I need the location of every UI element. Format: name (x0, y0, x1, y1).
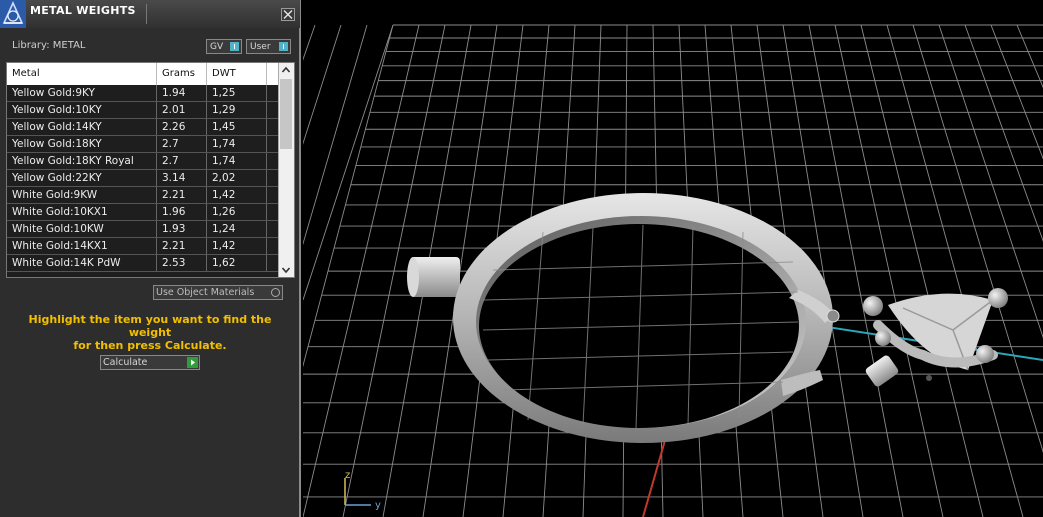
table-row[interactable]: White Gold:10KX1 1.96 1,26 (7, 204, 279, 221)
close-button[interactable] (281, 8, 295, 21)
user-toggle-label: User (250, 42, 271, 52)
prong-1 (863, 296, 883, 316)
dwt-cell: 1,45 (207, 119, 267, 135)
close-icon (283, 10, 293, 19)
gizmo-z-label: z (345, 470, 350, 481)
table-row[interactable]: Yellow Gold:22KY 3.14 2,02 (7, 170, 279, 187)
table-row[interactable]: White Gold:9KW 2.21 1,42 (7, 187, 279, 204)
table-row[interactable]: Yellow Gold:10KY 2.01 1,29 (7, 102, 279, 119)
gv-switch-icon (230, 42, 239, 51)
metal-cell: White Gold:10KW (7, 221, 157, 237)
metal-cell: Yellow Gold:9KY (7, 85, 157, 101)
grams-cell: 2.7 (157, 153, 207, 169)
gv-toggle[interactable]: GV (206, 39, 242, 54)
library-label: Library: METAL (12, 40, 86, 51)
metal-weights-panel: METAL WEIGHTS Library: METAL GV User Met… (0, 0, 301, 517)
metal-cell: White Gold:14KX1 (7, 238, 157, 254)
panel-title: METAL WEIGHTS (30, 4, 136, 17)
metal-table: Metal Grams DWT Yellow Gold:9KY 1.94 1,25 Y… (6, 62, 295, 278)
metal-cell: Yellow Gold:18KY (7, 136, 157, 152)
scroll-down-icon[interactable] (279, 263, 293, 277)
metal-cell: Yellow Gold:10KY (7, 102, 157, 118)
panel-titlebar[interactable]: METAL WEIGHTS (0, 0, 300, 28)
metal-cell: Yellow Gold:22KY (7, 170, 157, 186)
grams-cell: 1.94 (157, 85, 207, 101)
instruction-line-1: Highlight the item you want to find the … (28, 313, 272, 339)
instruction-line-2: for then press Calculate. (73, 339, 227, 352)
metal-cell: White Gold:14K PdW (7, 255, 157, 271)
grams-cell: 2.21 (157, 187, 207, 203)
table-row[interactable]: Yellow Gold:18KY 2.7 1,74 (7, 136, 279, 153)
user-switch-icon (279, 42, 288, 51)
grams-cell: 2.26 (157, 119, 207, 135)
table-body: Yellow Gold:9KY 1.94 1,25 Yellow Gold:10KY 2… (7, 85, 279, 272)
stone-head-model[interactable] (863, 288, 1008, 388)
prong-2 (988, 288, 1008, 308)
scroll-thumb[interactable] (280, 79, 292, 149)
prong-4 (875, 330, 891, 346)
dwt-cell: 1,62 (207, 255, 267, 271)
dwt-cell: 1,25 (207, 85, 267, 101)
grams-cell: 2.53 (157, 255, 207, 271)
table-header: Metal Grams DWT (7, 63, 279, 85)
viewport-canvas[interactable]: z y (303, 0, 1043, 517)
gizmo-y-label: y (375, 500, 381, 511)
grams-cell: 2.21 (157, 238, 207, 254)
table-row[interactable]: Yellow Gold:9KY 1.94 1,25 (7, 85, 279, 102)
grams-cell: 1.93 (157, 221, 207, 237)
grams-cell: 2.01 (157, 102, 207, 118)
table-row[interactable]: White Gold:14KX1 2.21 1,42 (7, 238, 279, 255)
3d-viewport[interactable]: z y (303, 0, 1043, 517)
dwt-cell: 1,74 (207, 136, 267, 152)
table-scrollbar[interactable] (278, 63, 294, 277)
grams-cell: 2.7 (157, 136, 207, 152)
dwt-cell: 1,26 (207, 204, 267, 220)
column-header-dwt[interactable]: DWT (207, 63, 267, 85)
grams-cell: 1.96 (157, 204, 207, 220)
table-row[interactable]: Yellow Gold:14KY 2.26 1,45 (7, 119, 279, 136)
metal-cell: Yellow Gold:14KY (7, 119, 157, 135)
title-divider (146, 4, 147, 24)
ring-side-tube-end (407, 257, 419, 297)
scroll-up-icon[interactable] (279, 63, 293, 77)
use-object-materials-checkbox[interactable]: Use Object Materials (153, 285, 283, 300)
use-object-materials-label: Use Object Materials (156, 287, 255, 298)
prong-3 (976, 345, 994, 363)
calculate-button[interactable]: Calculate (100, 355, 200, 370)
column-header-metal[interactable]: Metal (7, 63, 157, 85)
ring-end-hole (826, 309, 840, 323)
column-header-grams[interactable]: Grams (157, 63, 207, 85)
head-hole (926, 375, 932, 381)
grams-cell: 3.14 (157, 170, 207, 186)
metal-cell: White Gold:9KW (7, 187, 157, 203)
metal-cell: White Gold:10KX1 (7, 204, 157, 220)
instruction-text: Highlight the item you want to find the … (10, 313, 290, 352)
head-tube (865, 355, 899, 387)
play-icon (187, 357, 198, 368)
radio-icon (271, 288, 280, 297)
dwt-cell: 1,42 (207, 187, 267, 203)
dwt-cell: 1,74 (207, 153, 267, 169)
dwt-cell: 1,42 (207, 238, 267, 254)
dwt-cell: 1,24 (207, 221, 267, 237)
table-row[interactable]: Yellow Gold:18KY Royal 2.7 1,74 (7, 153, 279, 170)
axis-gizmo: z y (344, 470, 381, 511)
table-row[interactable]: White Gold:10KW 1.93 1,24 (7, 221, 279, 238)
dwt-cell: 2,02 (207, 170, 267, 186)
dwt-cell: 1,29 (207, 102, 267, 118)
app-logo-icon (0, 0, 26, 28)
gv-toggle-label: GV (210, 42, 224, 52)
ring-model[interactable] (407, 193, 840, 443)
table-row[interactable]: White Gold:14K PdW 2.53 1,62 (7, 255, 279, 272)
metal-cell: Yellow Gold:18KY Royal (7, 153, 157, 169)
user-toggle[interactable]: User (246, 39, 291, 54)
calculate-label: Calculate (103, 357, 148, 368)
